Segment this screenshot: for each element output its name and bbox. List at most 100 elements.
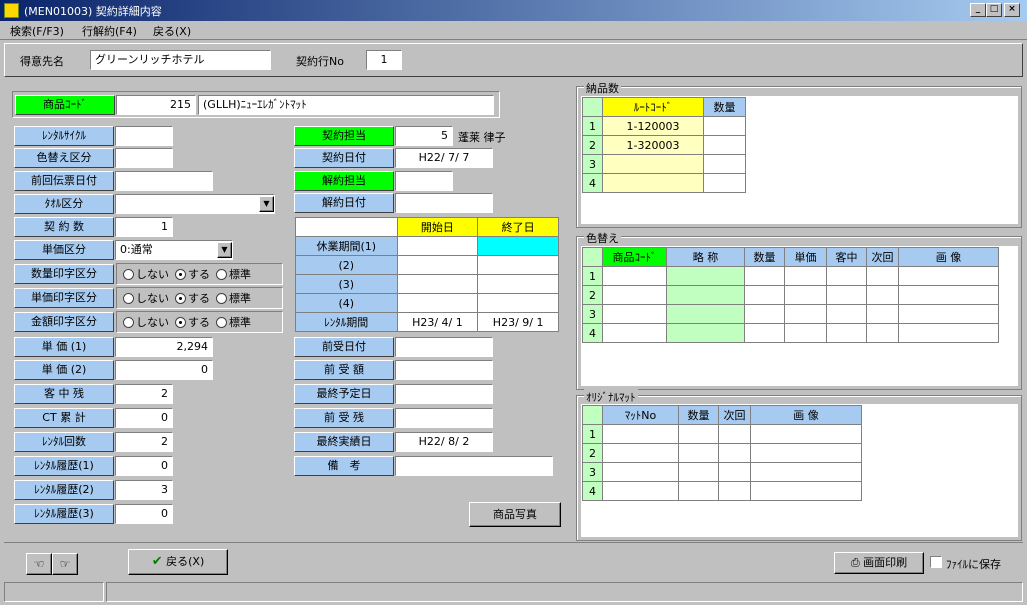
amount-print-radio-group[interactable]: しない する 標準 (116, 311, 283, 333)
rental-history3-field[interactable]: 0 (115, 504, 173, 524)
period-end[interactable] (477, 274, 559, 294)
table-row[interactable]: 4 (582, 323, 999, 343)
product-code-label[interactable]: 商品ｺｰﾄﾞ (15, 95, 115, 115)
radio-yes[interactable]: する (175, 266, 210, 282)
price2-label: 単 価 (2) (14, 360, 114, 380)
table-row[interactable]: 2 1-320003 (582, 135, 746, 155)
status-pane-main (106, 582, 1023, 602)
table-header: 画 像 (898, 247, 999, 267)
radio-yes[interactable]: する (175, 290, 210, 306)
radio-standard[interactable]: 標準 (216, 266, 251, 282)
price2-field[interactable]: 0 (115, 360, 213, 380)
period-start[interactable] (396, 293, 479, 313)
radio-standard[interactable]: 標準 (216, 314, 251, 330)
app-icon (4, 3, 19, 18)
chevron-down-icon[interactable]: ▼ (217, 242, 232, 258)
cancel-staff-field[interactable] (395, 171, 453, 191)
price1-field[interactable]: 2,294 (115, 337, 213, 357)
qty-print-radio-group[interactable]: しない する 標準 (116, 263, 283, 285)
price-print-label: 単価印字区分 (14, 288, 114, 308)
ct-total-field[interactable]: 0 (115, 408, 173, 428)
close-button[interactable]: × (1004, 3, 1020, 17)
window-title: (MEN01003) 契約詳細内容 (24, 5, 162, 18)
menu-search[interactable]: 検索(F/F3) (10, 23, 64, 39)
rental-history1-field[interactable]: 0 (115, 456, 173, 476)
color-change-field[interactable] (115, 148, 173, 168)
line-no-field[interactable]: 1 (366, 50, 402, 70)
rental-count-field[interactable]: 2 (115, 432, 173, 452)
prepaid-amount-label: 前 受 額 (294, 360, 394, 380)
radio-yes[interactable]: する (175, 314, 210, 330)
contract-count-field[interactable]: 1 (115, 217, 173, 237)
table-header (582, 247, 603, 267)
table-row[interactable]: 1 (582, 266, 999, 286)
last-planned-date-field[interactable] (395, 384, 493, 404)
table-row[interactable]: 1 (582, 424, 862, 444)
rental-history3-label: ﾚﾝﾀﾙ履歴(3) (14, 504, 114, 524)
table-header (582, 405, 603, 425)
line-no-label: 契約行No (296, 55, 344, 68)
table-row[interactable]: 2 (582, 285, 999, 305)
amount-print-label: 金額印字区分 (14, 312, 114, 332)
prepaid-date-field[interactable] (395, 337, 493, 357)
maximize-button[interactable]: □ (986, 3, 1002, 17)
guest-remain-field[interactable]: 2 (115, 384, 173, 404)
prev-slip-date-field[interactable] (115, 171, 213, 191)
menu-back[interactable]: 戻る(X) (153, 23, 191, 39)
period-start[interactable] (396, 255, 479, 275)
unit-price-type-select[interactable]: 0:通常 (115, 240, 233, 260)
menu-line-cancel[interactable]: 行解約(F4) (82, 23, 137, 39)
prepaid-amount-field[interactable] (395, 360, 493, 380)
period-end[interactable] (477, 236, 559, 256)
rental-cycle-field[interactable] (115, 126, 173, 146)
contract-date-field[interactable]: H22/ 7/ 7 (395, 148, 493, 168)
table-row[interactable]: 4 (582, 173, 746, 193)
radio-none[interactable]: しない (123, 290, 169, 306)
cancel-date-field[interactable] (395, 193, 493, 213)
last-actual-date-field[interactable]: H22/ 8/ 2 (395, 432, 493, 452)
delivery-table: ﾙｰﾄｺｰﾄﾞ 数量 1 1-120003 2 1-320003 3 4 (582, 97, 746, 193)
table-row[interactable]: 3 (582, 462, 862, 482)
last-planned-date-label: 最終予定日 (294, 384, 394, 404)
towel-type-select[interactable] (115, 194, 275, 214)
prev-record-icon[interactable]: ☜ (26, 553, 52, 575)
product-photo-button[interactable]: 商品写真 (469, 502, 561, 527)
radio-standard[interactable]: 標準 (216, 290, 251, 306)
radio-none[interactable]: しない (123, 314, 169, 330)
back-button[interactable]: ✔ 戻る(X) (128, 549, 228, 575)
period-start[interactable] (396, 236, 479, 256)
cancel-staff-label[interactable]: 解約担当 (294, 171, 394, 191)
table-header: 客中 (826, 247, 867, 267)
prepaid-remain-field[interactable] (395, 408, 493, 428)
remarks-label: 備 考 (294, 456, 394, 476)
period-end[interactable] (477, 293, 559, 313)
price-print-radio-group[interactable]: しない する 標準 (116, 287, 283, 309)
period-label: (2) (295, 255, 398, 275)
print-screen-button[interactable]: ⎙ 画面印刷 (834, 552, 924, 574)
customer-field[interactable]: グリーンリッチホテル (90, 50, 271, 70)
table-row[interactable]: 3 (582, 304, 999, 324)
qty-print-label: 数量印字区分 (14, 264, 114, 284)
save-file-checkbox[interactable] (930, 556, 942, 568)
contract-staff-field[interactable]: 5 (395, 126, 453, 146)
period-end[interactable] (477, 255, 559, 275)
chevron-down-icon[interactable]: ▼ (259, 196, 274, 212)
rental-history2-field[interactable]: 3 (115, 480, 173, 500)
period-start[interactable] (396, 274, 479, 294)
radio-none[interactable]: しない (123, 266, 169, 282)
table-row[interactable]: 4 (582, 481, 862, 501)
period-end[interactable]: H23/ 9/ 1 (477, 312, 559, 332)
minimize-button[interactable]: _ (970, 3, 986, 17)
rental-history1-label: ﾚﾝﾀﾙ履歴(1) (14, 456, 114, 476)
table-header (295, 217, 398, 237)
footer-divider (4, 542, 1023, 543)
table-row[interactable]: 3 (582, 154, 746, 174)
product-code-field[interactable]: 215 (116, 95, 196, 115)
table-row[interactable]: 1 1-120003 (582, 116, 746, 136)
remarks-field[interactable] (395, 456, 553, 476)
period-label: ﾚﾝﾀﾙ期間 (295, 312, 398, 332)
next-record-icon[interactable]: ☞ (52, 553, 78, 575)
period-start[interactable]: H23/ 4/ 1 (396, 312, 479, 332)
table-row[interactable]: 2 (582, 443, 862, 463)
contract-staff-label[interactable]: 契約担当 (294, 126, 394, 146)
